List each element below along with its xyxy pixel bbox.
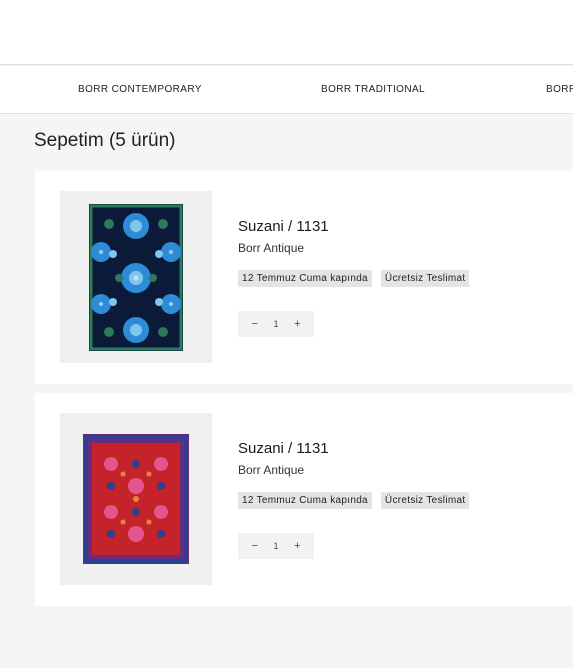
rug-image-red bbox=[83, 434, 189, 564]
quantity-stepper: − 1 + bbox=[238, 533, 314, 559]
cart-item: Suzani / 1131 Borr Antique 12 Temmuz Cum… bbox=[35, 171, 573, 384]
quantity-value: 1 bbox=[273, 541, 279, 551]
product-image[interactable] bbox=[60, 191, 212, 363]
nav-borr-traditional[interactable]: BORR TRADITIONAL bbox=[321, 84, 425, 95]
increase-quantity-button[interactable]: + bbox=[291, 318, 303, 330]
product-brand: Borr Antique bbox=[238, 463, 305, 477]
cart-item: Suzani / 1131 Borr Antique 12 Temmuz Cum… bbox=[35, 393, 573, 606]
quantity-value: 1 bbox=[273, 319, 279, 329]
decrease-quantity-button[interactable]: − bbox=[249, 540, 261, 552]
quantity-stepper: − 1 + bbox=[238, 311, 314, 337]
decrease-quantity-button[interactable]: − bbox=[249, 318, 261, 330]
nav-borr-more[interactable]: BORR bbox=[546, 84, 573, 95]
rug-image-blue bbox=[89, 203, 183, 351]
product-name[interactable]: Suzani / 1131 bbox=[238, 218, 329, 235]
product-name[interactable]: Suzani / 1131 bbox=[238, 440, 329, 457]
product-badges: 12 Temmuz Cuma kapında Ücretsiz Teslimat bbox=[238, 492, 470, 509]
top-header bbox=[0, 0, 573, 65]
product-brand: Borr Antique bbox=[238, 241, 305, 255]
category-nav: BORR CONTEMPORARY BORR TRADITIONAL BORR bbox=[0, 66, 573, 114]
free-shipping-badge: Ücretsiz Teslimat bbox=[380, 270, 470, 287]
delivery-date-badge: 12 Temmuz Cuma kapında bbox=[238, 270, 372, 287]
delivery-date-badge: 12 Temmuz Cuma kapında bbox=[238, 492, 372, 509]
nav-borr-contemporary[interactable]: BORR CONTEMPORARY bbox=[78, 84, 202, 95]
product-image[interactable] bbox=[60, 413, 212, 585]
product-badges: 12 Temmuz Cuma kapında Ücretsiz Teslimat bbox=[238, 270, 470, 287]
free-shipping-badge: Ücretsiz Teslimat bbox=[380, 492, 470, 509]
increase-quantity-button[interactable]: + bbox=[291, 540, 303, 552]
cart-title: Sepetim (5 ürün) bbox=[34, 130, 176, 151]
